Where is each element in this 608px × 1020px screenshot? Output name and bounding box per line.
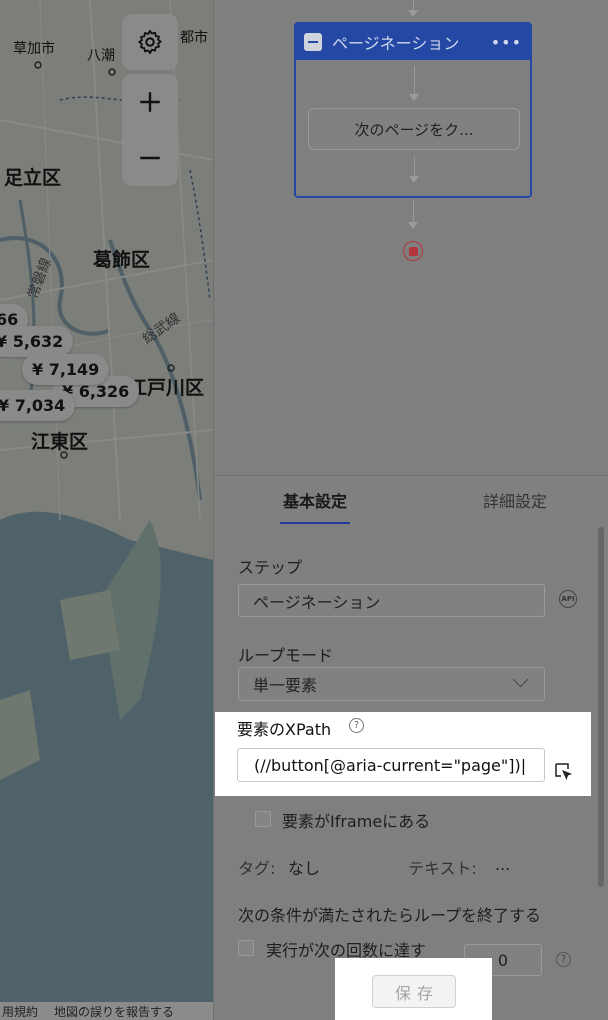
loop-block-header[interactable]: ページネーション ••• [296,24,530,60]
api-icon[interactable]: API [559,590,577,608]
settings-button[interactable] [122,14,178,70]
stop-icon[interactable] [403,241,423,261]
loop-mode-label: ループモード [238,646,334,665]
arrow-icon [408,10,418,17]
text-value: ... [495,855,511,874]
flow-canvas[interactable]: ページネーション ••• 次のページをク... [214,0,608,475]
workflow-panel: ページネーション ••• 次のページをク... 基本設定 詳細設定 ステップ ペ… [213,0,608,1020]
xpath-input[interactable]: (//button[@aria-current="page"])| [237,748,545,782]
tag-label: タグ: [238,859,276,878]
map-ward-label: 江東区 [31,431,89,453]
map-town-label: 草加市 [13,41,55,57]
xpath-field-group: 要素のXPath ? (//button[@aria-current="page… [215,712,591,796]
tab-basic-settings[interactable]: 基本設定 [280,476,350,525]
price-marker[interactable]: ¥ 7,149 [22,354,110,385]
text-label: テキスト: [408,859,477,878]
form-scrollbar[interactable] [598,527,604,887]
gear-icon [138,29,162,55]
click-next-page-step[interactable]: 次のページをク... [308,108,520,150]
arrow-icon [409,176,419,183]
pagination-loop-block[interactable]: ページネーション ••• 次のページをク... [294,22,532,198]
report-error-link[interactable]: 地図の誤りを報告する [54,1003,174,1020]
map-background [0,0,213,1020]
element-picker-icon[interactable] [554,762,574,782]
tab-advanced-settings[interactable]: 詳細設定 [476,476,554,524]
plus-icon [140,92,160,112]
price-marker[interactable]: ¥ 7,034 [0,390,76,421]
map-zoom-control[interactable] [122,74,178,186]
minus-icon [140,156,160,160]
arrow-icon [408,222,418,229]
step-label: ステップ [238,558,303,577]
flow-connector [413,200,414,224]
step-name-input[interactable]: ページネーション [238,584,545,617]
map-footer: 用規約 地図の誤りを報告する [0,1002,213,1020]
terms-link[interactable]: 用規約 [2,1003,38,1020]
loop-mode-select[interactable]: 単一要素 [238,667,545,701]
tag-value: なし [288,859,321,878]
map-view[interactable]: 草加市 八潮 都市 足立区 葛飾区 江戸川区 江東区 常磐線 総武線 66 ¥ … [0,0,213,1020]
map-town-label: 八潮 [87,48,115,64]
more-icon[interactable]: ••• [491,33,522,52]
arrow-icon [409,94,419,101]
loop-block-title: ページネーション [332,34,460,53]
exit-condition-label: 次の条件が満たされたらループを終了する [238,906,542,925]
collapse-icon[interactable] [304,33,322,51]
map-settings-control[interactable] [122,14,178,70]
iframe-checkbox[interactable] [255,811,271,827]
save-button[interactable]: 保存 [372,975,456,1008]
xpath-label: 要素のXPath [237,720,332,739]
zoom-in-button[interactable] [122,74,178,130]
help-icon[interactable]: ? [349,718,364,733]
map-ward-label: 足立区 [4,167,62,189]
flow-connector [414,156,415,178]
exec-count-checkbox[interactable] [238,940,254,956]
iframe-label: 要素がIframeにある [282,812,431,831]
settings-tabs: 基本設定 詳細設定 [214,475,608,525]
save-bar: 保存 [335,958,492,1020]
map-ward-label: 江戸川区 [128,377,205,399]
help-icon[interactable]: ? [556,952,571,967]
zoom-out-button[interactable] [122,130,178,186]
map-ward-label: 葛飾区 [93,249,151,271]
map-town-label: 都市 [180,30,208,46]
price-marker[interactable]: ¥ 5,632 [0,326,74,357]
loop-mode-value: 単一要素 [253,676,318,695]
flow-connector [414,66,415,96]
